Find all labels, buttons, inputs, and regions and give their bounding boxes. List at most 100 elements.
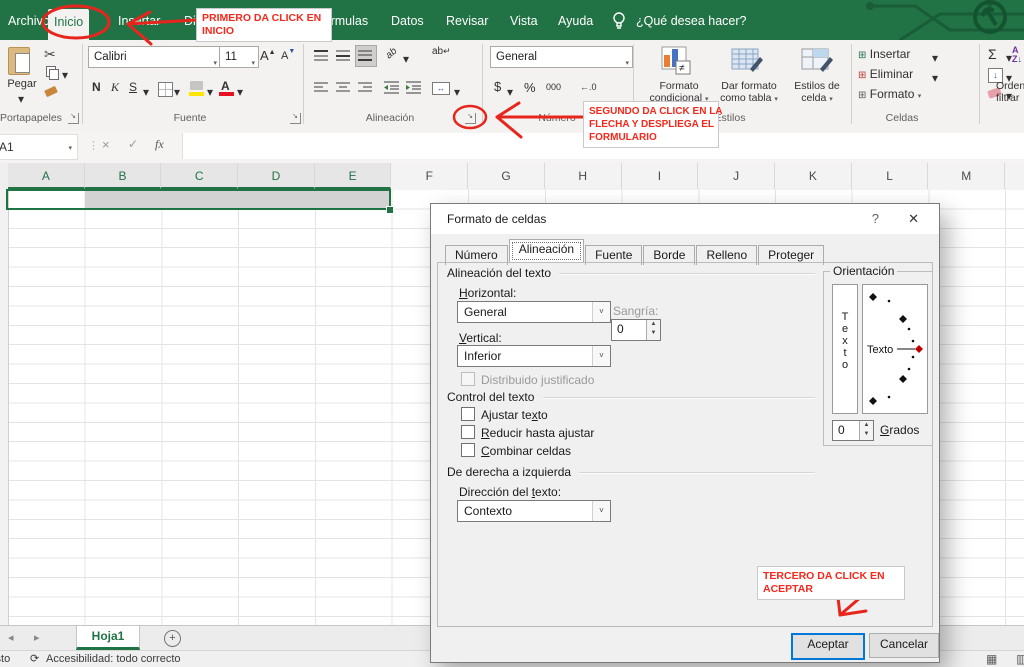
accessibility-status[interactable]: Accesibilidad: todo correcto [46,653,181,665]
merge-center-button[interactable]: ↔ [432,82,450,95]
decrease-indent-icon[interactable] [383,81,401,94]
indent-spinner[interactable]: 0▲▼ [611,319,661,341]
title-bar: ArchivoInicioInsertarDisposiciónFórmulas… [0,0,1024,40]
row-headers[interactable] [0,190,9,625]
shrink-font-button[interactable]: A▼ [281,48,295,62]
column-header-D[interactable]: D [238,163,315,189]
name-box[interactable]: A1 ▾ [0,134,78,160]
column-header-C[interactable]: C [161,163,238,189]
currency-button[interactable]: $ [494,79,501,94]
borders-button[interactable] [158,82,173,97]
format-as-table-button[interactable]: Dar formatocomo tabla ▾ [714,80,784,106]
normal-view-icon[interactable]: ▦ [986,652,997,666]
align-right-icon[interactable] [357,81,375,94]
ribbon-tab-vista[interactable]: Vista [504,8,544,34]
font-size-combo[interactable]: 11▾ [219,46,259,68]
align-bottom-selected[interactable] [355,45,377,67]
enter-icon[interactable]: ✓ [128,137,138,151]
cancel-button[interactable]: Cancelar [869,633,939,658]
dialog-tab-alineación[interactable]: Alineación [509,239,584,263]
cut-icon[interactable]: ✂ [44,46,56,63]
tell-me-box[interactable]: ¿Qué desea hacer? [630,8,753,34]
shrink-to-fit-checkbox[interactable]: Reducir hasta ajustar [461,425,594,440]
align-left-icon[interactable] [313,81,331,94]
orientation-button[interactable]: ab [384,46,400,62]
sort-filter-button[interactable]: Ordenar yfiltrar [996,80,1024,104]
insert-cells-button[interactable]: ⊞ Insertar [858,47,910,61]
column-header-I[interactable]: I [622,163,699,189]
ribbon-tab-ayuda[interactable]: Ayuda [552,8,599,34]
vertical-combo[interactable]: Inferior˅ [457,345,611,367]
paste-button[interactable] [8,46,34,76]
page-layout-view-icon[interactable]: ▥ [1016,652,1024,666]
column-header-M[interactable]: M [928,163,1005,189]
cell-styles-button[interactable]: Estilos decelda ▾ [786,80,848,106]
column-header-J[interactable]: J [698,163,775,189]
prev-sheet-arrow[interactable]: ◂ [8,631,14,644]
column-header-N[interactable]: N [1005,163,1024,189]
accessibility-icon[interactable]: ⟳ [30,652,39,665]
underline-button[interactable]: S [129,80,137,94]
increase-indent-icon[interactable] [405,81,423,94]
column-header-F[interactable]: F [392,163,469,189]
format-painter-icon[interactable] [44,86,58,97]
help-icon[interactable]: ? [872,211,879,226]
horizontal-combo[interactable]: General˅ [457,301,611,323]
column-header-H[interactable]: H [545,163,622,189]
font-color-bar [219,92,234,96]
clipboard-dialog-launcher[interactable]: ↘ [68,113,79,124]
column-header-E[interactable]: E [315,163,392,189]
fill-color-bar [189,92,204,96]
ribbon-tab-datos[interactable]: Datos [385,8,430,34]
degrees-spinner[interactable]: 0▲▼ [832,420,874,441]
sheet-tab-hoja1[interactable]: Hoja1 [76,626,140,650]
number-format-combo[interactable]: General▾ [490,46,633,68]
column-header-L[interactable]: L [852,163,929,189]
close-icon[interactable]: ✕ [908,211,919,227]
delete-cells-button[interactable]: ⊞ Eliminar [858,67,913,81]
italic-button[interactable]: K [111,80,119,95]
ribbon-tab-inicio[interactable]: Inicio [48,9,89,40]
format-cells-button[interactable]: ⊞ Formato ▾ [858,87,921,101]
dialog-title-bar[interactable]: Formato de celdas ? ✕ [431,204,939,234]
ok-button[interactable]: Aceptar [791,633,865,660]
alignment-dialog-launcher[interactable]: ↘ [465,113,476,124]
grow-font-button[interactable]: A▲ [260,48,276,63]
ribbon-tab-insertar[interactable]: Insertar [112,8,166,34]
percent-button[interactable]: % [524,80,536,95]
font-name-combo[interactable]: Calibri▾ [88,46,221,68]
cells-group-label: Celdas [862,112,942,126]
vertical-text-box[interactable]: Texto [832,284,858,414]
autosum-button[interactable]: Σ [988,46,997,62]
paste-label[interactable]: Pegar [2,78,42,90]
font-color-button[interactable]: A [221,79,230,93]
text-direction-combo[interactable]: Contexto˅ [457,500,611,522]
sort-filter-icon[interactable]: AZ↓ [1012,46,1022,64]
align-middle-icon[interactable] [335,49,353,62]
wrap-text-button[interactable]: ab↵ [432,46,451,57]
next-sheet-arrow[interactable]: ▸ [34,631,40,644]
fill-handle[interactable] [386,206,394,214]
ribbon-tab-revisar[interactable]: Revisar [440,8,494,34]
cancel-icon[interactable]: × [102,137,110,152]
name-box-splitter[interactable]: ⋮ [88,139,99,152]
column-header-A[interactable]: A [8,163,85,189]
font-dialog-launcher[interactable]: ↘ [290,113,301,124]
column-header-G[interactable]: G [468,163,545,189]
new-sheet-button[interactable]: + [164,630,181,647]
align-center-icon[interactable] [335,81,353,94]
insert-function-icon[interactable]: fx [155,137,164,152]
wrap-text-checkbox[interactable]: Ajustar texto [461,407,548,422]
vertical-label: Vertical: [459,331,502,345]
increase-decimal-button[interactable]: ←.0 [580,82,597,92]
merge-cells-checkbox[interactable]: Combinar celdas [461,443,571,458]
align-top-icon[interactable] [313,49,331,62]
font-group-label: Fuente [150,112,230,126]
bold-button[interactable]: N [92,80,101,94]
column-header-B[interactable]: B [85,163,162,189]
fill-color-icon[interactable] [190,81,203,90]
orientation-dial[interactable]: Texto [862,284,928,414]
comma-style-button[interactable]: 000 [546,82,561,92]
annotation-step3: TERCERO DA CLICK ENACEPTAR [757,566,905,600]
column-header-K[interactable]: K [775,163,852,189]
